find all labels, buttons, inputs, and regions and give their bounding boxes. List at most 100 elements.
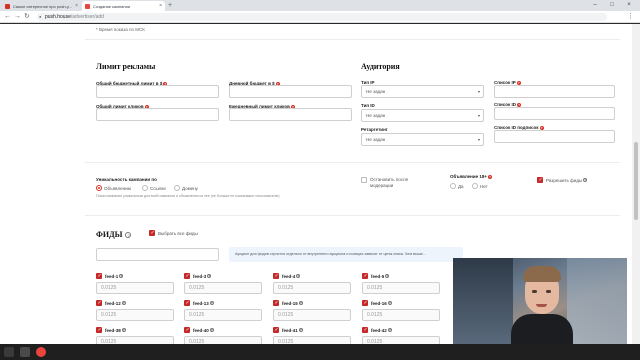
presenter-video — [511, 266, 573, 344]
webcam-overlay — [453, 258, 627, 344]
browser-menu-icon[interactable]: ⋮ — [627, 11, 634, 23]
id-type-select[interactable]: Не задан ▾ — [361, 109, 484, 122]
browser-tab-2[interactable]: Создание кампании × — [82, 1, 165, 11]
minimize-icon[interactable]: – — [588, 0, 602, 11]
chevron-down-icon: ▾ — [477, 113, 480, 118]
page-scrollbar[interactable] — [632, 24, 640, 344]
feed-checkbox[interactable]: feed-4? — [273, 273, 301, 279]
new-tab-button[interactable]: + — [168, 1, 172, 10]
radio-uniqueness-domain[interactable]: Домену — [174, 185, 198, 191]
feed-checkbox[interactable]: feed-12? — [96, 300, 126, 306]
select-all-feeds-checkbox[interactable]: Выбрать все фиды — [149, 230, 198, 236]
limit-section-title: Лимит рекламы — [96, 62, 156, 71]
sub-id-list-input[interactable] — [494, 130, 615, 143]
feed-price-input[interactable]: 0.0125 — [273, 336, 351, 344]
daily-budget-input[interactable] — [229, 85, 352, 98]
feed-price-input[interactable]: 0.0125 — [184, 336, 262, 344]
tab-title: Самое интересное про push-у... — [13, 3, 72, 9]
help-icon: ? — [387, 328, 392, 332]
forward-icon[interactable]: → — [14, 11, 21, 23]
search-icon[interactable] — [20, 347, 30, 357]
feed-price-input[interactable]: 0.0125 — [362, 336, 440, 344]
divider — [85, 215, 620, 216]
required-icon: ? — [488, 174, 493, 179]
radio-uniqueness-link[interactable]: Ссылке — [142, 185, 166, 191]
feed-checkbox[interactable]: feed-41? — [273, 327, 303, 333]
feed-price-input[interactable]: 0.0125 — [273, 282, 351, 294]
feed-price-input[interactable]: 0.0125 — [96, 282, 174, 294]
site-favicon-icon — [85, 4, 90, 9]
help-icon: ? — [209, 301, 214, 305]
chevron-down-icon: ▾ — [477, 89, 480, 94]
tab-title: Создание кампании — [93, 3, 131, 9]
audience-section-title: Аудитория — [361, 62, 400, 71]
feed-checkbox[interactable]: feed-3? — [184, 273, 212, 279]
window-close-icon[interactable]: × — [622, 0, 636, 11]
feeds-info-box: Аукцион для фидов строится отдельно от в… — [229, 247, 463, 262]
total-budget-input[interactable] — [96, 85, 219, 98]
tab-close-icon[interactable]: × — [75, 3, 78, 9]
os-taskbar — [0, 344, 640, 360]
url-input[interactable]: ● push.house/advertiser/add — [37, 13, 607, 21]
feed-price-input[interactable]: 0.0125 — [184, 282, 262, 294]
chrome-icon[interactable] — [36, 347, 46, 357]
back-icon[interactable]: ← — [4, 11, 11, 23]
feed-price-input[interactable]: 0.0125 — [362, 309, 440, 321]
feed-checkbox[interactable]: feed-16? — [362, 300, 392, 306]
help-icon: ? — [125, 232, 132, 238]
feed-price-input[interactable]: 0.0125 — [184, 309, 262, 321]
radio-uniqueness-ad[interactable]: Объявлению — [96, 185, 131, 191]
id-type-label: Тип ID — [361, 103, 375, 108]
lock-icon: ● — [39, 14, 42, 19]
stop-after-moderation-checkbox[interactable]: Остановить после модерации — [361, 177, 415, 189]
browser-tab-1[interactable]: Самое интересное про push-у... × — [2, 1, 81, 11]
url-path: /advertiser/add — [70, 14, 104, 20]
help-icon: ? — [121, 328, 126, 332]
help-icon: ? — [119, 274, 124, 278]
feed-price-input[interactable]: 0.0125 — [273, 309, 351, 321]
help-icon: ? — [209, 328, 214, 332]
feed-checkbox[interactable]: feed-38? — [96, 327, 126, 333]
uniqueness-hint: Показ кампании уникальным для всей кампа… — [96, 194, 280, 198]
feed-checkbox[interactable]: feed-42? — [362, 327, 392, 333]
reload-icon[interactable]: ↻ — [24, 11, 30, 23]
feed-checkbox[interactable]: feed-15? — [273, 300, 303, 306]
maximize-icon[interactable]: □ — [605, 0, 619, 11]
radio-adult-yes[interactable]: Да — [450, 183, 464, 189]
divider — [85, 162, 620, 163]
tab-close-icon[interactable]: × — [159, 3, 162, 9]
feed-checkbox[interactable]: feed-1? — [96, 273, 124, 279]
id-list-input[interactable] — [494, 107, 615, 120]
feed-price-input[interactable]: 0.0125 — [362, 282, 440, 294]
time-note: * Время показа по МСК — [96, 27, 145, 32]
feed-search-input[interactable] — [96, 248, 219, 261]
help-icon: ? — [121, 301, 126, 305]
total-clicks-input[interactable] — [96, 108, 219, 121]
feeds-section-title: ФИДЫ ? — [96, 230, 132, 239]
uniqueness-label: Уникальность кампании по — [96, 177, 157, 182]
ip-list-input[interactable] — [494, 85, 615, 98]
divider — [85, 39, 620, 40]
adult-label: Объявление 18+? — [450, 174, 493, 179]
daily-clicks-input[interactable] — [229, 108, 352, 121]
help-icon: ? — [385, 274, 390, 278]
radio-adult-no[interactable]: Нет — [472, 183, 488, 189]
help-icon: ? — [387, 301, 392, 305]
scrollbar-thumb[interactable] — [634, 142, 638, 220]
url-host: push.house — [45, 14, 71, 20]
start-icon[interactable] — [4, 347, 14, 357]
help-icon: ? — [298, 328, 303, 332]
feed-price-input[interactable]: 0.0125 — [96, 336, 174, 344]
chevron-down-icon: ▾ — [477, 137, 480, 142]
help-icon: ? — [296, 274, 301, 278]
feed-checkbox[interactable]: feed-5? — [362, 273, 390, 279]
retargeting-select[interactable]: Не задан ▾ — [361, 133, 484, 146]
youtube-favicon-icon — [5, 4, 10, 9]
feed-checkbox[interactable]: feed-40? — [184, 327, 214, 333]
feed-price-input[interactable]: 0.0125 — [96, 309, 174, 321]
help-icon: ? — [207, 274, 212, 278]
ip-type-select[interactable]: Не задан ▾ — [361, 85, 484, 98]
help-icon: ? — [583, 178, 588, 182]
allow-feeds-checkbox[interactable]: Разрешить фиды? — [537, 177, 588, 183]
feed-checkbox[interactable]: feed-13? — [184, 300, 214, 306]
